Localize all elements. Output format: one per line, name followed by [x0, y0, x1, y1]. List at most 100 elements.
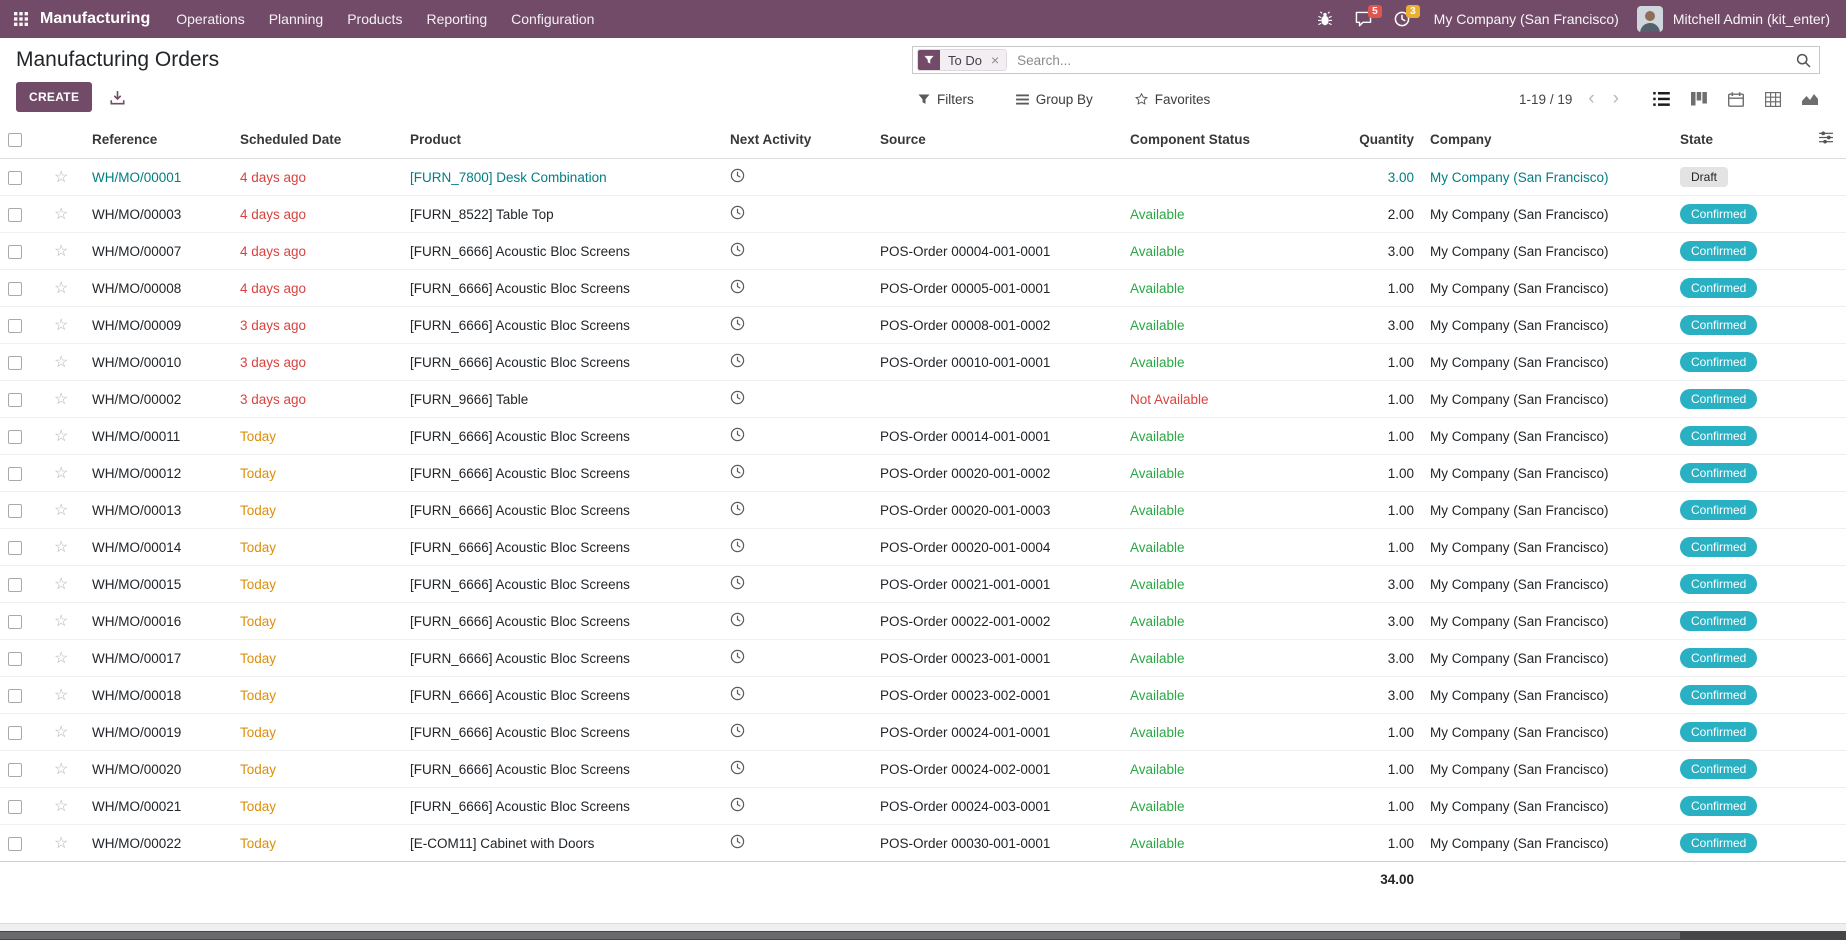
row-checkbox[interactable]	[8, 578, 22, 592]
row-checkbox[interactable]	[8, 837, 22, 851]
menu-reporting[interactable]: Reporting	[414, 0, 499, 38]
column-next-activity[interactable]: Next Activity	[722, 120, 872, 159]
next-activity-clock-icon[interactable]	[730, 316, 745, 331]
favorite-star-icon[interactable]: ☆	[54, 206, 68, 223]
next-activity-clock-icon[interactable]	[730, 242, 745, 257]
column-reference[interactable]: Reference	[84, 120, 232, 159]
menu-operations[interactable]: Operations	[164, 0, 256, 38]
favorite-star-icon[interactable]: ☆	[54, 502, 68, 519]
pager-next-icon[interactable]: ›	[1611, 91, 1621, 107]
select-all-checkbox[interactable]	[8, 133, 22, 147]
favorite-star-icon[interactable]: ☆	[54, 465, 68, 482]
favorite-star-icon[interactable]: ☆	[54, 317, 68, 334]
table-row[interactable]: ☆ WH/MO/00003 4 days ago [FURN_8522] Tab…	[0, 196, 1846, 233]
next-activity-clock-icon[interactable]	[730, 353, 745, 368]
favorite-star-icon[interactable]: ☆	[54, 613, 68, 630]
optional-columns-icon[interactable]	[1806, 120, 1846, 159]
row-checkbox[interactable]	[8, 689, 22, 703]
table-row[interactable]: ☆ WH/MO/00018 Today [FURN_6666] Acoustic…	[0, 677, 1846, 714]
column-component-status[interactable]: Component Status	[1122, 120, 1332, 159]
next-activity-clock-icon[interactable]	[730, 538, 745, 553]
favorite-star-icon[interactable]: ☆	[54, 724, 68, 741]
create-button[interactable]: CREATE	[16, 82, 92, 112]
next-activity-clock-icon[interactable]	[730, 575, 745, 590]
pager-previous-icon[interactable]: ‹	[1586, 91, 1596, 107]
table-row[interactable]: ☆ WH/MO/00011 Today [FURN_6666] Acoustic…	[0, 418, 1846, 455]
pivot-view-icon[interactable]	[1763, 90, 1783, 109]
table-row[interactable]: ☆ WH/MO/00013 Today [FURN_6666] Acoustic…	[0, 492, 1846, 529]
column-scheduled-date[interactable]: Scheduled Date	[232, 120, 402, 159]
favorite-star-icon[interactable]: ☆	[54, 650, 68, 667]
table-row[interactable]: ☆ WH/MO/00010 3 days ago [FURN_6666] Aco…	[0, 344, 1846, 381]
table-row[interactable]: ☆ WH/MO/00014 Today [FURN_6666] Acoustic…	[0, 529, 1846, 566]
favorite-star-icon[interactable]: ☆	[54, 761, 68, 778]
table-row[interactable]: ☆ WH/MO/00002 3 days ago [FURN_9666] Tab…	[0, 381, 1846, 418]
table-row[interactable]: ☆ WH/MO/00016 Today [FURN_6666] Acoustic…	[0, 603, 1846, 640]
column-quantity[interactable]: Quantity	[1332, 120, 1422, 159]
table-row[interactable]: ☆ WH/MO/00001 4 days ago [FURN_7800] Des…	[0, 159, 1846, 196]
favorite-star-icon[interactable]: ☆	[54, 354, 68, 371]
row-checkbox[interactable]	[8, 393, 22, 407]
favorite-star-icon[interactable]: ☆	[54, 835, 68, 852]
next-activity-clock-icon[interactable]	[730, 760, 745, 775]
favorite-star-icon[interactable]: ☆	[54, 280, 68, 297]
next-activity-clock-icon[interactable]	[730, 723, 745, 738]
favorite-star-icon[interactable]: ☆	[54, 428, 68, 445]
favorites-button[interactable]: Favorites	[1129, 91, 1217, 108]
table-row[interactable]: ☆ WH/MO/00022 Today [E-COM11] Cabinet wi…	[0, 825, 1846, 862]
favorite-star-icon[interactable]: ☆	[54, 391, 68, 408]
row-checkbox[interactable]	[8, 504, 22, 518]
row-checkbox[interactable]	[8, 171, 22, 185]
search-facet[interactable]: To Do ×	[917, 49, 1007, 71]
row-checkbox[interactable]	[8, 430, 22, 444]
next-activity-clock-icon[interactable]	[730, 834, 745, 849]
favorite-star-icon[interactable]: ☆	[54, 243, 68, 260]
favorite-star-icon[interactable]: ☆	[54, 169, 68, 186]
row-checkbox[interactable]	[8, 356, 22, 370]
search-input[interactable]	[1015, 52, 1796, 69]
graph-view-icon[interactable]	[1800, 90, 1820, 108]
table-row[interactable]: ☆ WH/MO/00015 Today [FURN_6666] Acoustic…	[0, 566, 1846, 603]
search-icon[interactable]	[1796, 53, 1811, 68]
export-icon[interactable]	[108, 88, 127, 107]
menu-planning[interactable]: Planning	[257, 0, 336, 38]
pager-value[interactable]: 1-19 / 19	[1519, 92, 1572, 107]
next-activity-clock-icon[interactable]	[730, 686, 745, 701]
next-activity-clock-icon[interactable]	[730, 390, 745, 405]
row-checkbox[interactable]	[8, 467, 22, 481]
table-row[interactable]: ☆ WH/MO/00008 4 days ago [FURN_6666] Aco…	[0, 270, 1846, 307]
next-activity-clock-icon[interactable]	[730, 649, 745, 664]
row-checkbox[interactable]	[8, 763, 22, 777]
calendar-view-icon[interactable]	[1726, 90, 1746, 109]
row-checkbox[interactable]	[8, 615, 22, 629]
menu-configuration[interactable]: Configuration	[499, 0, 606, 38]
row-checkbox[interactable]	[8, 726, 22, 740]
row-checkbox[interactable]	[8, 319, 22, 333]
favorite-star-icon[interactable]: ☆	[54, 576, 68, 593]
next-activity-clock-icon[interactable]	[730, 168, 745, 183]
column-product[interactable]: Product	[402, 120, 722, 159]
table-row[interactable]: ☆ WH/MO/00020 Today [FURN_6666] Acoustic…	[0, 751, 1846, 788]
row-checkbox[interactable]	[8, 245, 22, 259]
activities-clock-icon[interactable]: 3	[1388, 7, 1416, 31]
table-row[interactable]: ☆ WH/MO/00017 Today [FURN_6666] Acoustic…	[0, 640, 1846, 677]
company-switcher[interactable]: My Company (San Francisco)	[1426, 11, 1627, 27]
app-name[interactable]: Manufacturing	[40, 10, 150, 28]
next-activity-clock-icon[interactable]	[730, 279, 745, 294]
list-view-icon[interactable]	[1651, 90, 1672, 108]
row-checkbox[interactable]	[8, 282, 22, 296]
next-activity-clock-icon[interactable]	[730, 797, 745, 812]
next-activity-clock-icon[interactable]	[730, 464, 745, 479]
kanban-view-icon[interactable]	[1689, 90, 1709, 108]
table-row[interactable]: ☆ WH/MO/00009 3 days ago [FURN_6666] Aco…	[0, 307, 1846, 344]
table-row[interactable]: ☆ WH/MO/00007 4 days ago [FURN_6666] Aco…	[0, 233, 1846, 270]
group-by-button[interactable]: Group By	[1010, 91, 1099, 108]
table-row[interactable]: ☆ WH/MO/00012 Today [FURN_6666] Acoustic…	[0, 455, 1846, 492]
facet-remove-icon[interactable]: ×	[990, 50, 1006, 70]
table-row[interactable]: ☆ WH/MO/00019 Today [FURN_6666] Acoustic…	[0, 714, 1846, 751]
user-menu[interactable]: Mitchell Admin (kit_enter)	[1673, 11, 1834, 27]
row-checkbox[interactable]	[8, 541, 22, 555]
table-row[interactable]: ☆ WH/MO/00021 Today [FURN_6666] Acoustic…	[0, 788, 1846, 825]
scrollbar-thumb[interactable]	[0, 932, 1680, 939]
menu-products[interactable]: Products	[335, 0, 414, 38]
